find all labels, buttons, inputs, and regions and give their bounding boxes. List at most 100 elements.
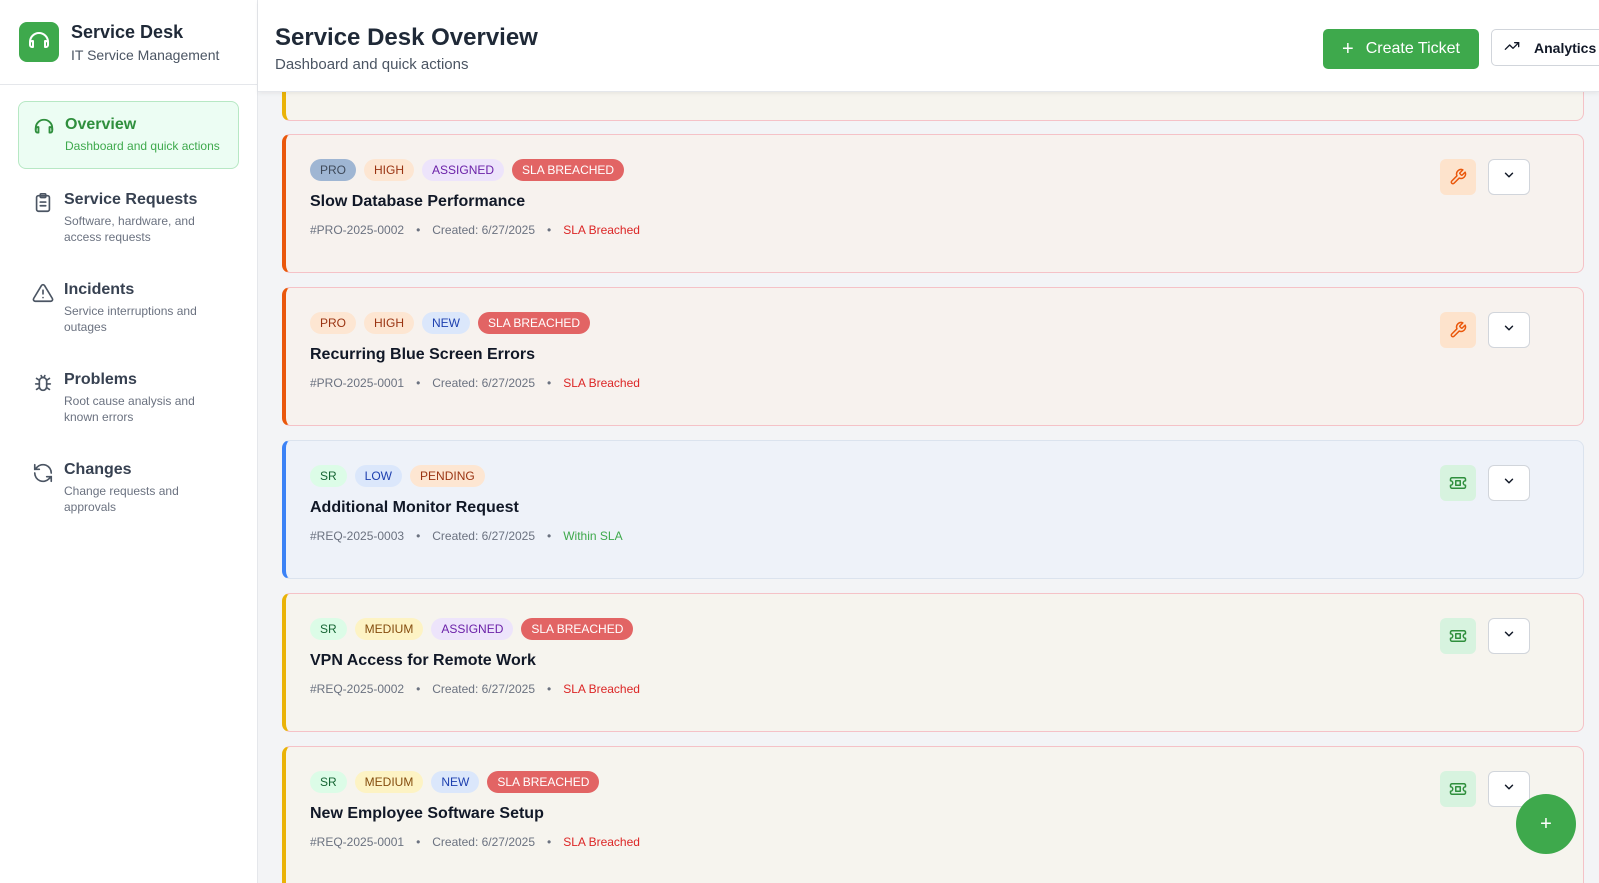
- ticket-card[interactable]: PRO HIGH ASSIGNED SLA BREACHED Slow Data…: [282, 134, 1584, 273]
- headset-icon: [19, 22, 59, 62]
- analytics-button[interactable]: Analytics: [1491, 29, 1599, 66]
- meta-separator: •: [416, 376, 421, 390]
- meta-separator: •: [547, 376, 552, 390]
- ticket-created: Created: 6/27/2025: [432, 376, 536, 390]
- type-badge: SR: [310, 771, 347, 793]
- meta-separator: •: [416, 682, 421, 696]
- sidebar-nav: Overview Dashboard and quick actions Ser…: [0, 85, 257, 553]
- ticket-card[interactable]: [282, 92, 1584, 121]
- sla-status: SLA Breached: [563, 682, 640, 696]
- ticket-list: PRO HIGH ASSIGNED SLA BREACHED Slow Data…: [258, 92, 1599, 883]
- ticket-card[interactable]: SR MEDIUM ASSIGNED SLA BREACHED VPN Acce…: [282, 593, 1584, 732]
- bug-icon: [32, 372, 54, 394]
- brand-subtitle: IT Service Management: [71, 46, 220, 63]
- create-ticket-button[interactable]: + Create Ticket: [1323, 29, 1479, 69]
- ticket-created: Created: 6/27/2025: [432, 835, 536, 849]
- ticket-title[interactable]: New Employee Software Setup: [310, 805, 544, 823]
- status-badge: ASSIGNED: [431, 618, 514, 640]
- page-subtitle: Dashboard and quick actions: [275, 56, 469, 73]
- priority-badge: MEDIUM: [354, 618, 424, 640]
- type-badge: SR: [310, 465, 347, 487]
- ticket-meta: #PRO-2025-0002 • Created: 6/27/2025 • SL…: [310, 223, 640, 237]
- ticket-id: #REQ-2025-0003: [310, 529, 405, 543]
- expand-button[interactable]: [1488, 618, 1530, 654]
- headset-icon: [33, 117, 55, 139]
- sidebar-item-label: Overview: [65, 116, 137, 133]
- meta-separator: •: [547, 835, 552, 849]
- sidebar-item-service-requests[interactable]: Service Requests Software, hardware, and…: [18, 177, 239, 259]
- sla-badge: SLA BREACHED: [521, 618, 634, 640]
- priority-badge: HIGH: [364, 312, 415, 334]
- type-badge: PRO: [310, 312, 357, 334]
- sidebar-item-problems[interactable]: Problems Root cause analysis and known e…: [18, 357, 239, 439]
- ticket-icon: [1440, 465, 1476, 501]
- expand-button[interactable]: [1488, 771, 1530, 807]
- brand: Service Desk IT Service Management: [0, 0, 257, 85]
- ticket-card[interactable]: PRO HIGH NEW SLA BREACHED Recurring Blue…: [282, 287, 1584, 426]
- plus-icon: +: [1342, 38, 1354, 60]
- sidebar-item-incidents[interactable]: Incidents Service interruptions and outa…: [18, 267, 239, 349]
- meta-separator: •: [416, 223, 421, 237]
- app-root: Service Desk IT Service Management Overv…: [0, 0, 1599, 883]
- sla-badge: SLA BREACHED: [512, 159, 625, 181]
- ticket-created: Created: 6/27/2025: [432, 223, 536, 237]
- ticket-meta: #REQ-2025-0002 • Created: 6/27/2025 • SL…: [310, 682, 640, 696]
- priority-badge: MEDIUM: [354, 771, 424, 793]
- status-badge: NEW: [431, 771, 480, 793]
- ticket-title[interactable]: Slow Database Performance: [310, 193, 525, 211]
- type-badge: SR: [310, 618, 347, 640]
- wrench-icon: [1440, 312, 1476, 348]
- sidebar-item-label: Incidents: [64, 281, 135, 298]
- ticket-created: Created: 6/27/2025: [432, 529, 536, 543]
- ticket-tags: SR MEDIUM ASSIGNED SLA BREACHED: [310, 618, 634, 640]
- sidebar-item-desc: Dashboard and quick actions: [65, 139, 220, 153]
- chevron-down-icon: [1502, 168, 1516, 187]
- ticket-tags: SR LOW PENDING: [310, 465, 485, 487]
- floating-add-button[interactable]: +: [1516, 794, 1576, 854]
- brand-title: Service Desk: [71, 21, 184, 42]
- expand-button[interactable]: [1488, 159, 1530, 195]
- ticket-tags: PRO HIGH ASSIGNED SLA BREACHED: [310, 159, 625, 181]
- ticket-meta: #REQ-2025-0003 • Created: 6/27/2025 • Wi…: [310, 529, 623, 543]
- ticket-title[interactable]: VPN Access for Remote Work: [310, 652, 536, 670]
- priority-badge: HIGH: [364, 159, 415, 181]
- type-badge: PRO: [310, 159, 357, 181]
- ticket-title[interactable]: Recurring Blue Screen Errors: [310, 346, 535, 364]
- sla-badge: SLA BREACHED: [478, 312, 591, 334]
- ticket-icon: [1440, 771, 1476, 807]
- create-ticket-label: Create Ticket: [1365, 40, 1460, 57]
- wrench-icon: [1440, 159, 1476, 195]
- ticket-meta: #PRO-2025-0001 • Created: 6/27/2025 • SL…: [310, 376, 640, 390]
- sidebar-item-desc: Root cause analysis and known errors: [64, 394, 195, 424]
- sla-status: SLA Breached: [563, 835, 640, 849]
- ticket-tags: PRO HIGH NEW SLA BREACHED: [310, 312, 591, 334]
- ticket-title[interactable]: Additional Monitor Request: [310, 499, 519, 517]
- page-header: Service Desk Overview Dashboard and quic…: [258, 0, 1599, 92]
- refresh-icon: [32, 462, 54, 484]
- sidebar-item-desc: Change requests and approvals: [64, 484, 179, 514]
- ticket-card[interactable]: SR LOW PENDING Additional Monitor Reques…: [282, 440, 1584, 579]
- meta-separator: •: [547, 682, 552, 696]
- chevron-down-icon: [1502, 627, 1516, 646]
- ticket-meta: #REQ-2025-0001 • Created: 6/27/2025 • SL…: [310, 835, 640, 849]
- sidebar-item-label: Service Requests: [64, 191, 198, 208]
- expand-button[interactable]: [1488, 465, 1530, 501]
- priority-badge: LOW: [354, 465, 403, 487]
- sla-status: Within SLA: [563, 529, 623, 543]
- sidebar-item-desc: Software, hardware, and access requests: [64, 214, 195, 244]
- meta-separator: •: [547, 529, 552, 543]
- ticket-tags: SR MEDIUM NEW SLA BREACHED: [310, 771, 600, 793]
- trending-up-icon: [1504, 38, 1520, 57]
- ticket-id: #REQ-2025-0001: [310, 835, 405, 849]
- chevron-down-icon: [1502, 474, 1516, 493]
- meta-separator: •: [416, 529, 421, 543]
- status-badge: ASSIGNED: [422, 159, 505, 181]
- ticket-card[interactable]: SR MEDIUM NEW SLA BREACHED New Employee …: [282, 746, 1584, 883]
- sidebar: Service Desk IT Service Management Overv…: [0, 0, 258, 883]
- sidebar-item-label: Problems: [64, 371, 137, 388]
- ticket-id: #REQ-2025-0002: [310, 682, 405, 696]
- sidebar-item-desc: Service interruptions and outages: [64, 304, 197, 334]
- sidebar-item-changes[interactable]: Changes Change requests and approvals: [18, 447, 239, 529]
- sidebar-item-overview[interactable]: Overview Dashboard and quick actions: [18, 101, 239, 169]
- expand-button[interactable]: [1488, 312, 1530, 348]
